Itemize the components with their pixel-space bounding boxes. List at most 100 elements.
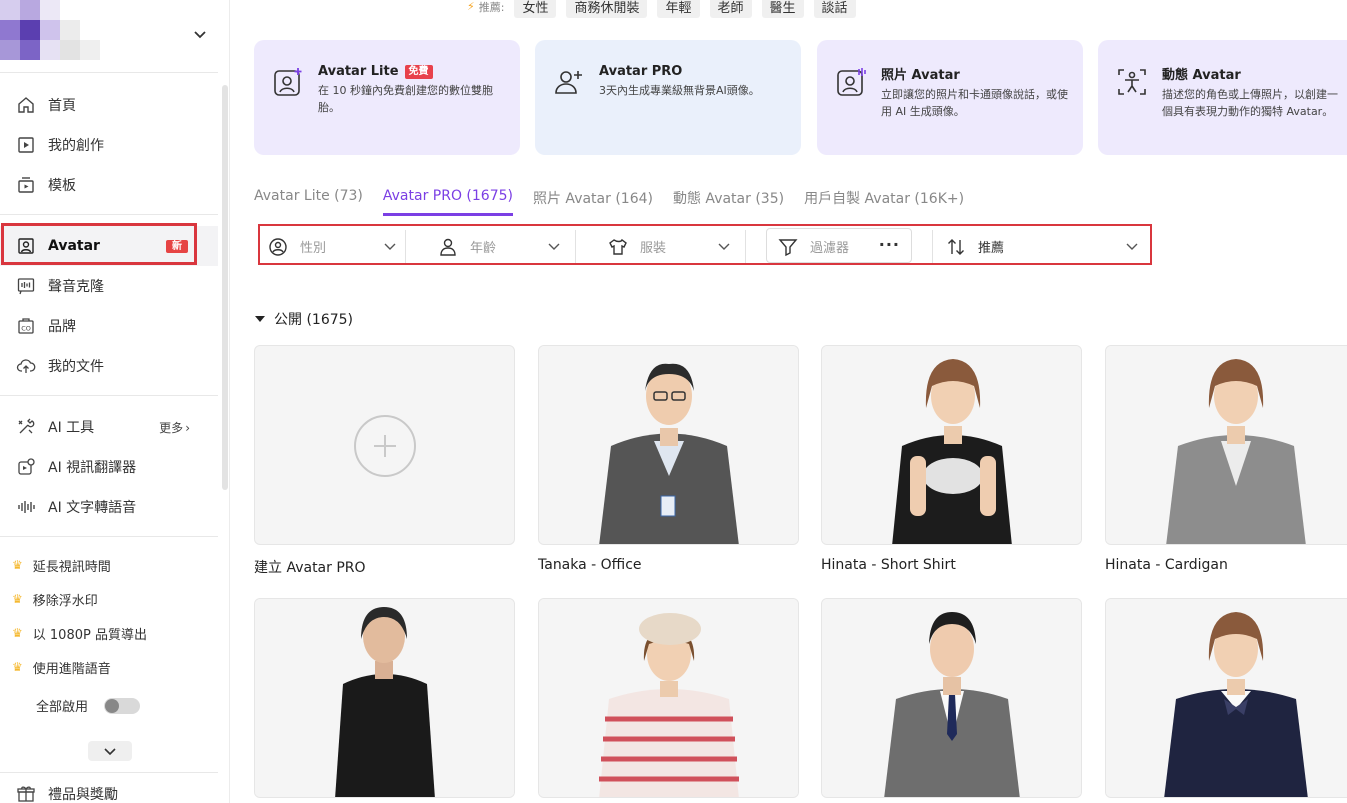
filter-bar: 性別 年齡 服裝 過濾器 ··· 推薦 (258, 224, 1152, 265)
more-link[interactable]: 更多 › (159, 419, 190, 436)
premium-label: 以 1080P 品質導出 (32, 627, 147, 643)
tile-label: 建立 Avatar PRO (254, 560, 366, 576)
card-title: Avatar Lite (318, 64, 399, 79)
avatar-image (1106, 599, 1347, 797)
avatar-tile[interactable] (254, 598, 515, 798)
photo-talk-icon (837, 68, 866, 96)
sidebar-item-voice-clone[interactable]: 聲音克隆 (0, 266, 218, 306)
outfit-label: 服裝 (640, 241, 667, 256)
more-dots-icon[interactable]: ··· (879, 235, 900, 254)
recommend-label: ⚡ 推薦: (467, 0, 504, 15)
recommend-chip[interactable]: 年輕 (657, 0, 700, 18)
more-label: 更多 (159, 421, 184, 435)
body-motion-icon (1118, 69, 1146, 95)
recommend-chip[interactable]: 談話 (813, 0, 856, 18)
premium-label: 使用進階語音 (32, 661, 111, 677)
avatar-image (822, 346, 1081, 544)
brand-icon: CO (16, 316, 36, 336)
card-avatar-lite[interactable]: Avatar Lite 免費 在 10 秒鐘內免費創建您的數位雙胞胎。 (254, 40, 520, 155)
card-desc: 3天內生成專業級無背景AI頭像。 (599, 84, 760, 97)
tools-icon (16, 417, 36, 437)
outfit-select[interactable]: 服裝 (608, 230, 732, 263)
premium-item-remove-watermark[interactable]: ♛ 移除浮水印 (0, 582, 218, 616)
shirt-icon (609, 238, 627, 255)
create-avatar-tile[interactable] (254, 345, 515, 545)
plus-icon (354, 415, 416, 477)
tab-avatar-pro[interactable]: Avatar PRO (1675) (382, 188, 513, 216)
tab-photo-avatar[interactable]: 照片 Avatar (164) (533, 188, 653, 216)
enable-all-toggle[interactable] (104, 697, 141, 714)
avatar-tile[interactable] (1105, 345, 1347, 545)
card-desc: 立即讓您的照片和卡通頭像說話，或使用 AI 生成頭像。 (881, 88, 1068, 118)
premium-item-advanced-voice[interactable]: ♛ 使用進階語音 (0, 650, 218, 684)
sidebar: 首頁 我的創作 模板 Avatar 新 聲音克隆 CO 品牌 我的文件 AI 工… (0, 0, 230, 803)
filter-label: 過濾器 (810, 241, 850, 256)
avatar-tile[interactable] (1105, 598, 1347, 798)
premium-label: 延長視訊時間 (32, 559, 111, 575)
avatar-tabs: Avatar Lite (73) Avatar PRO (1675) 照片 Av… (254, 188, 964, 216)
recommend-chip[interactable]: 醫生 (761, 0, 804, 18)
avatar-tile[interactable] (821, 598, 1082, 798)
sidebar-item-label: AI 文字轉語音 (48, 500, 137, 516)
avatar-image (255, 599, 514, 797)
sidebar-item-video-translator[interactable]: AI 視訊翻譯器 (0, 447, 218, 487)
sidebar-item-text-to-speech[interactable]: AI 文字轉語音 (0, 487, 218, 527)
sidebar-item-my-files[interactable]: 我的文件 (0, 346, 218, 386)
card-title: 照片 Avatar (881, 68, 960, 83)
section-label: 公開 (1675) (274, 312, 354, 328)
crown-icon: ♛ (12, 592, 23, 606)
tab-dynamic-avatar[interactable]: 動態 Avatar (35) (673, 188, 784, 216)
card-title: Avatar PRO (599, 64, 683, 79)
avatar-tile[interactable] (821, 345, 1082, 545)
enable-all-label: 全部啟用 (36, 700, 89, 715)
sidebar-item-label: Avatar (48, 238, 100, 254)
gender-select[interactable]: 性別 (268, 230, 398, 263)
enable-all-row: 全部啟用 (36, 696, 141, 715)
crown-icon: ♛ (12, 558, 23, 572)
premium-label: 移除浮水印 (32, 593, 98, 609)
person-circle-icon (269, 237, 287, 256)
card-photo-avatar[interactable]: 照片 Avatar 立即讓您的照片和卡通頭像說話，或使用 AI 生成頭像。 (817, 40, 1083, 155)
sidebar-item-ai-tools[interactable]: AI 工具 更多 › (0, 407, 218, 447)
avatar-tile[interactable] (538, 598, 799, 798)
funnel-icon (778, 238, 798, 256)
crown-icon: ♛ (12, 626, 23, 640)
sidebar-item-my-creations[interactable]: 我的創作 (0, 125, 218, 165)
chevron-down-icon (104, 748, 116, 756)
sidebar-item-rewards[interactable]: 禮品與獎勵 (0, 774, 218, 803)
person-age-icon (440, 238, 456, 256)
card-avatar-pro[interactable]: Avatar PRO 3天內生成專業級無背景AI頭像。 (535, 40, 801, 155)
tab-avatar-lite[interactable]: Avatar Lite (73) (254, 188, 363, 216)
premium-item-1080p[interactable]: ♛ 以 1080P 品質導出 (0, 616, 218, 650)
sidebar-scrollbar[interactable] (222, 85, 228, 490)
card-dynamic-avatar[interactable]: 動態 Avatar 描述您的角色或上傳照片，以創建一個具有表現力動作的獨特 Av… (1098, 40, 1347, 155)
sidebar-item-templates[interactable]: 模板 (0, 165, 218, 205)
gift-icon (16, 784, 36, 803)
sort-select[interactable]: 推薦 (946, 230, 1140, 263)
recommend-chip[interactable]: 女性 (514, 0, 557, 18)
new-badge: 新 (166, 240, 188, 253)
premium-item-extend-time[interactable]: ♛ 延長視訊時間 (0, 548, 218, 582)
sidebar-item-home[interactable]: 首頁 (0, 85, 218, 125)
card-desc: 在 10 秒鐘內免費創建您的數位雙胞胎。 (318, 84, 493, 114)
avatar-image (822, 599, 1081, 797)
sidebar-item-avatar[interactable]: Avatar 新 (0, 226, 218, 266)
workspace-logo[interactable] (0, 0, 120, 60)
section-public-header[interactable]: 公開 (1675) (254, 309, 353, 329)
recommend-chip[interactable]: 商務休閒裝 (566, 0, 648, 18)
sidebar-item-label: 首頁 (48, 98, 76, 114)
collapse-button[interactable] (88, 741, 132, 761)
sidebar-item-label: AI 視訊翻譯器 (48, 460, 137, 476)
user-card-icon (16, 236, 36, 256)
sort-icon (948, 238, 964, 255)
tile-label: Hinata - Short Shirt (821, 557, 956, 573)
chevron-down-icon[interactable] (190, 24, 210, 44)
sidebar-item-brand[interactable]: CO 品牌 (0, 306, 218, 346)
tab-user-avatar[interactable]: 用戶自製 Avatar (16K+) (804, 188, 964, 216)
recommend-chip[interactable]: 老師 (709, 0, 752, 18)
chevron-down-icon (1126, 243, 1138, 250)
avatar-image (1106, 346, 1347, 544)
avatar-tile[interactable] (538, 345, 799, 545)
age-select[interactable]: 年齡 (438, 230, 562, 263)
sidebar-item-label: 我的文件 (48, 359, 104, 375)
